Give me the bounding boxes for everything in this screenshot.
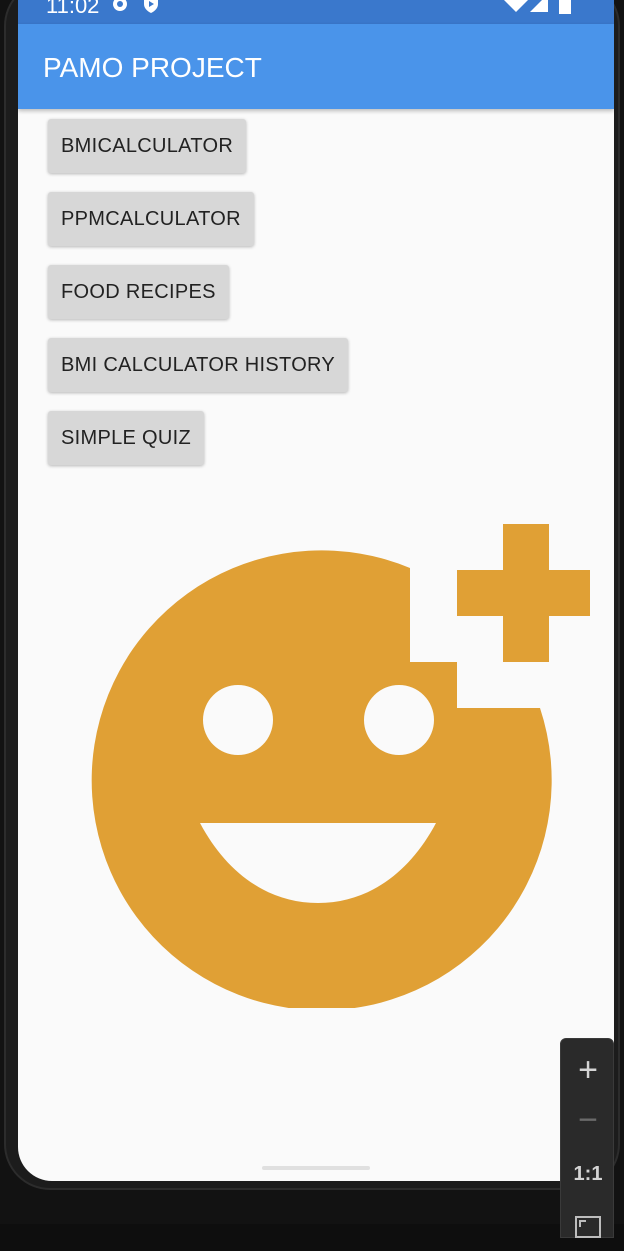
phone-screen: 11:02 PAMO PROJECT BMICALCULATOR PPMCALC… [18,0,614,1181]
signal-icon [528,0,550,18]
food-recipes-button[interactable]: FOOD RECIPES [48,265,229,319]
wifi-icon [504,0,528,18]
emulator-zoom-toolbar: + − 1:1 [560,1038,614,1238]
smiley-add-icon [91,524,590,1008]
shield-icon [142,0,164,18]
battery-icon [558,0,580,18]
device-frame: 11:02 PAMO PROJECT BMICALCULATOR PPMCALC… [0,0,624,1238]
zoom-out-button[interactable]: − [561,1095,615,1145]
status-bar: 11:02 [18,0,614,24]
app-title: PAMO PROJECT [43,52,262,83]
home-indicator[interactable] [262,1166,370,1170]
gear-icon [110,0,132,18]
actual-size-button[interactable]: 1:1 [561,1149,615,1199]
zoom-in-button[interactable]: + [561,1045,615,1095]
ppm-calculator-button[interactable]: PPMCALCULATOR [48,192,254,246]
bmi-calculator-button[interactable]: BMICALCULATOR [48,119,247,173]
status-time: 11:02 [46,0,100,18]
fit-screen-icon[interactable] [561,1201,615,1251]
simple-quiz-button[interactable]: SIMPLE QUIZ [48,411,204,465]
app-bar: PAMO PROJECT [18,24,614,109]
bmi-calculator-history-button[interactable]: BMI CALCULATOR HISTORY [48,338,349,392]
